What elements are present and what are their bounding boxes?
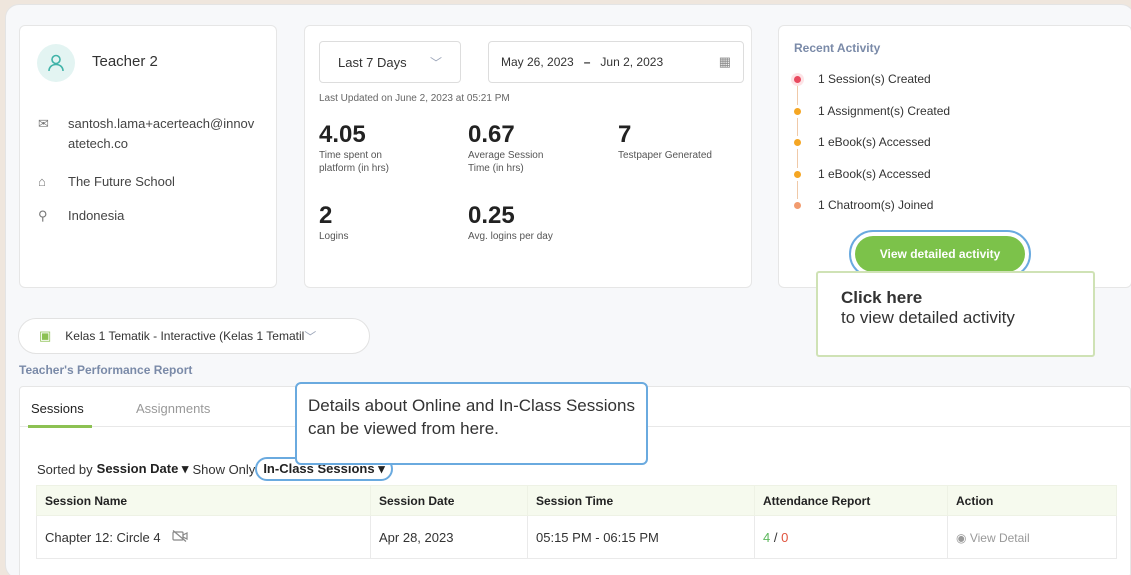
timeline-dot-icon xyxy=(791,135,804,149)
mail-icon: ✉ xyxy=(38,116,49,131)
attendance-absent: 0 xyxy=(781,529,789,545)
class-select-value: Kelas 1 Tematik - Interactive (Kelas 1 T… xyxy=(65,329,305,343)
column-header: Action xyxy=(947,485,1117,516)
stat-label: Testpaper Generated xyxy=(618,150,712,161)
activity-item: 1 Chatroom(s) Joined xyxy=(791,198,933,212)
stat-value: 2 xyxy=(319,202,333,229)
table-header-row: Session Name Session Date Session Time A… xyxy=(36,485,1117,516)
teacher-country: Indonesia xyxy=(68,208,125,223)
video-off-icon xyxy=(172,529,188,545)
attendance-cell[interactable]: 4 / 0 xyxy=(754,515,948,559)
recent-activity-title: Recent Activity xyxy=(794,41,881,55)
app-frame: Teacher 2 ✉ santosh.lama+acerteach@innov… xyxy=(5,4,1131,575)
sessions-tooltip: Details about Online and In-Class Sessio… xyxy=(295,382,648,465)
stat-label: Avg. logins per day xyxy=(468,231,553,242)
stat-avg-logins: 0.25 Avg. logins per day xyxy=(468,203,553,243)
column-header[interactable]: Session Date xyxy=(370,485,528,516)
action-cell: ◉ View Detail xyxy=(947,515,1117,559)
stat-value: 0.25 xyxy=(468,202,515,229)
teacher-email: santosh.lama+acerteach@innov atetech.co xyxy=(68,116,255,151)
timeline-dot-icon xyxy=(791,104,804,118)
sessions-table: Session Name Session Date Session Time A… xyxy=(36,485,1117,559)
timeline-dot-icon xyxy=(791,72,804,86)
date-from: May 26, 2023 xyxy=(501,55,574,69)
session-time-cell: 05:15 PM - 06:15 PM xyxy=(527,515,755,559)
stat-value: 7 xyxy=(618,121,632,148)
timeline-dot-icon xyxy=(791,167,804,181)
monitor-icon: ▣ xyxy=(39,328,52,343)
activity-label: 1 Session(s) Created xyxy=(818,72,931,86)
location-icon: ⚲ xyxy=(38,208,48,223)
date-range-picker[interactable]: May 26, 2023 – Jun 2, 2023 ▦ xyxy=(488,41,744,83)
email-row: ✉ santosh.lama+acerteach@innov atetech.co xyxy=(38,114,254,154)
recent-activity-card: Recent Activity 1 Session(s) Created 1 A… xyxy=(778,25,1131,288)
tooltip-text: to view detailed activity xyxy=(841,308,1015,327)
tab-sessions[interactable]: Sessions xyxy=(28,401,92,428)
school-row: ⌂ The Future School xyxy=(38,172,175,192)
class-select[interactable]: ▣ Kelas 1 Tematik - Interactive (Kelas 1… xyxy=(18,318,370,354)
stat-time-spent: 4.05 Time spent on platform (in hrs) xyxy=(319,122,389,175)
teacher-profile-card: Teacher 2 ✉ santosh.lama+acerteach@innov… xyxy=(19,25,277,288)
view-detail-link[interactable]: ◉ View Detail xyxy=(956,531,1030,545)
school-icon: ⌂ xyxy=(38,174,46,189)
date-separator: – xyxy=(583,55,591,69)
activity-item: 1 Session(s) Created xyxy=(791,72,931,86)
calendar-icon[interactable]: ▦ xyxy=(719,54,731,70)
stat-avg-session-time: 0.67 Average Session Time (in hrs) xyxy=(468,122,543,175)
stat-label: Logins xyxy=(319,231,349,242)
session-name: Chapter 12: Circle 4 xyxy=(45,529,161,545)
session-name-cell: Chapter 12: Circle 4 xyxy=(36,515,371,559)
period-select-value: Last 7 Days xyxy=(338,54,407,70)
chevron-down-icon: ﹀ xyxy=(429,55,442,70)
user-icon xyxy=(37,44,75,82)
sort-by-select[interactable]: Session Date ▾ xyxy=(97,461,189,477)
activity-tooltip: Click here to view detailed activity xyxy=(816,271,1095,357)
stat-logins: 2 Logins xyxy=(319,203,348,243)
teacher-school: The Future School xyxy=(68,174,175,189)
activity-item: 1 eBook(s) Accessed xyxy=(791,167,931,181)
date-to: Jun 2, 2023 xyxy=(600,55,664,69)
activity-label: 1 eBook(s) Accessed xyxy=(818,167,931,181)
view-detail-label: View Detail xyxy=(969,530,1030,545)
stat-label: Time spent on platform (in hrs) xyxy=(319,150,390,174)
activity-label: 1 Assignment(s) Created xyxy=(818,104,951,118)
country-row: ⚲ Indonesia xyxy=(38,206,124,226)
stat-value: 0.67 xyxy=(468,121,515,148)
session-date-cell: Apr 28, 2023 xyxy=(370,515,528,559)
tooltip-title: Click here xyxy=(841,288,923,307)
view-detailed-activity-button[interactable]: View detailed activity xyxy=(855,236,1025,272)
column-header[interactable]: Session Name xyxy=(36,485,371,516)
sort-label: Sorted by xyxy=(37,461,93,477)
stat-label: Average Session Time (in hrs) xyxy=(468,150,544,174)
usage-stats-card: Last 7 Days ﹀ May 26, 2023 – Jun 2, 2023… xyxy=(304,25,752,288)
chevron-down-icon: ﹀ xyxy=(304,329,317,344)
stat-testpaper-generated: 7 Testpaper Generated xyxy=(618,122,712,162)
report-title: Teacher's Performance Report xyxy=(19,363,193,377)
table-row: Chapter 12: Circle 4 Apr 28, 2023 05:15 … xyxy=(36,515,1117,559)
activity-item: 1 Assignment(s) Created xyxy=(791,104,950,118)
attendance-present: 4 xyxy=(763,529,771,545)
activity-label: 1 Chatroom(s) Joined xyxy=(818,198,934,212)
last-updated-text: Last Updated on June 2, 2023 at 05:21 PM xyxy=(319,93,510,104)
stat-value: 4.05 xyxy=(319,121,366,148)
column-header[interactable]: Attendance Report xyxy=(754,485,948,516)
timeline-dot-icon xyxy=(791,198,804,212)
activity-item: 1 eBook(s) Accessed xyxy=(791,135,931,149)
column-header[interactable]: Session Time xyxy=(527,485,755,516)
activity-label: 1 eBook(s) Accessed xyxy=(818,135,931,149)
attendance-separator: / xyxy=(773,529,782,545)
filter-label: Show Only xyxy=(192,461,256,477)
tab-assignments[interactable]: Assignments xyxy=(136,401,210,416)
eye-icon: ◉ xyxy=(956,530,967,545)
period-select[interactable]: Last 7 Days ﹀ xyxy=(319,41,461,83)
teacher-name: Teacher 2 xyxy=(92,53,158,70)
